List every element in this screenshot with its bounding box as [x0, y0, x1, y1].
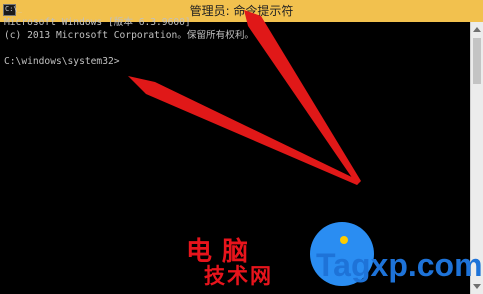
scroll-thumb[interactable]	[473, 38, 481, 84]
command-prompt[interactable]: C:\windows\system32>	[4, 56, 120, 68]
scroll-up-icon[interactable]	[473, 27, 481, 32]
watermark-cn-top: 电脑	[186, 237, 259, 267]
watermark: 电脑 技术网 Tagxp.com	[186, 222, 483, 294]
watermark-cn-bottom: 技术网	[204, 264, 273, 288]
watermark-dot	[340, 236, 348, 244]
watermark-en: Tagxp.com	[316, 247, 483, 283]
console-line: (c) 2013 Microsoft Corporation。保留所有权利。	[4, 30, 255, 41]
console-line: Microsoft Windows [版本 6.3.9600]	[4, 17, 191, 28]
